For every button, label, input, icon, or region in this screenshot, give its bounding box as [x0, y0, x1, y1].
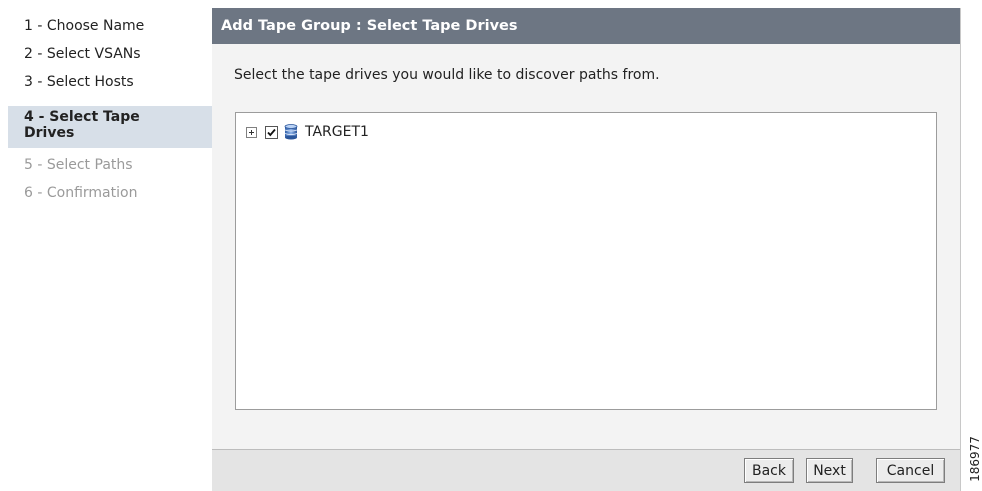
tape-drive-tree[interactable]: TARGET1	[235, 112, 937, 410]
panel-title: Add Tape Group : Select Tape Drives	[212, 8, 960, 44]
step-confirmation: 6 - Confirmation	[24, 185, 138, 201]
button-bar: Back Next Cancel	[212, 450, 960, 491]
step-select-hosts[interactable]: 3 - Select Hosts	[8, 73, 212, 91]
wizard-steps: 1 - Choose Name 2 - Select VSANs 3 - Sel…	[8, 0, 212, 491]
instruction-text: Select the tape drives you would like to…	[234, 67, 660, 83]
figure-number-text: 186977	[968, 436, 982, 482]
wizard-window: 1 - Choose Name 2 - Select VSANs 3 - Sel…	[0, 0, 982, 491]
expand-plus-icon[interactable]	[246, 126, 257, 138]
tree-item-checkbox[interactable]	[265, 125, 278, 139]
back-button[interactable]: Back	[744, 458, 794, 483]
step-select-vsans[interactable]: 2 - Select VSANs	[8, 45, 212, 63]
step-select-tape-drives[interactable]: 4 - Select Tape Drives	[8, 106, 212, 148]
figure-number: 186977	[968, 434, 982, 484]
content-panel: Add Tape Group : Select Tape Drives Sele…	[212, 8, 961, 491]
database-icon	[284, 124, 298, 140]
tree-item-label[interactable]: TARGET1	[305, 124, 369, 140]
next-button[interactable]: Next	[806, 458, 853, 483]
cancel-button[interactable]: Cancel	[876, 458, 945, 483]
step-label-line2: Drives	[24, 125, 75, 141]
checkmark-icon	[267, 128, 276, 136]
step-select-paths: 5 - Select Paths	[24, 157, 133, 173]
tree-item: TARGET1	[246, 123, 369, 141]
step-choose-name[interactable]: 1 - Choose Name	[8, 17, 212, 35]
step-label-line1: 4 - Select Tape	[24, 109, 140, 125]
